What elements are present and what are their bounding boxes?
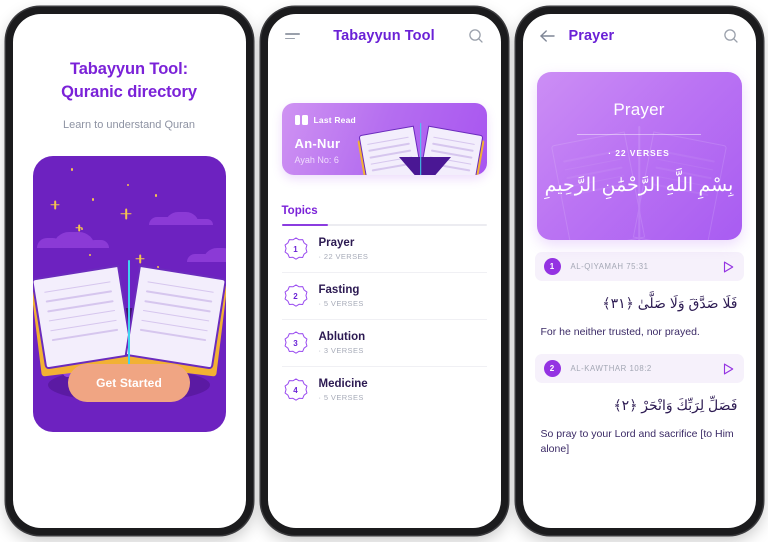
topic-text: Fasting · 5 VERSES (319, 284, 364, 308)
verse-arabic: فَصَلِّ لِرَبِّكَ وَانْحَرْ ﴿٢﴾ (613, 397, 738, 414)
verse-reference: AL-KAWTHAR 108:2 (570, 364, 652, 374)
topic-number: 2 (293, 291, 298, 301)
open-book-illustration (356, 123, 485, 175)
star-dot (126, 184, 129, 186)
hamburger-menu-button[interactable] (282, 25, 304, 47)
topic-hero-card: Prayer · 22 VERSES بِسْمِ اللَّهِ الرَّح… (536, 72, 742, 240)
last-read-ayah: Ayah No: 6 (294, 155, 339, 165)
play-icon[interactable] (721, 362, 735, 376)
cloud-shape (36, 232, 109, 248)
topic-verse-count: · 5 VERSES (318, 299, 364, 309)
home-appbar: Tabayyun Tool (268, 14, 501, 58)
get-started-button[interactable]: Get Started (68, 364, 190, 402)
rosette-badge-icon: 3 (284, 331, 308, 355)
sparkle-icon (120, 208, 132, 219)
cta-container: Get Started (33, 364, 226, 402)
page-lines (43, 280, 121, 353)
topic-text: Ablution · 3 VERSES (319, 331, 366, 355)
hero-title: Prayer (613, 100, 665, 119)
screen-onboarding: Tabayyun Tool: Quranic directory Learn t… (12, 14, 246, 528)
last-read-label-row: Last Read (294, 115, 356, 125)
rosette-badge-icon: 2 (284, 284, 308, 308)
open-book-illustration (32, 260, 226, 377)
topic-verse-count: · 3 VERSES (318, 346, 364, 356)
screenshot-canvas: Tabayyun Tool: Quranic directory Learn t… (0, 0, 768, 542)
page-subtitle: Learn to understand Quran (62, 119, 196, 131)
verse-header[interactable]: 2 AL-KAWTHAR 108:2 (534, 354, 744, 384)
topic-name: Fasting (318, 284, 360, 297)
star-dot (154, 194, 157, 197)
verse-list: 1 AL-QIYAMAH 75:31 فَلَا صَدَّقَ وَلَا ص… (534, 252, 744, 458)
detail-title: Prayer (568, 28, 615, 44)
phone-onboarding: Tabayyun Tool: Quranic directory Learn t… (5, 7, 253, 535)
topic-text: Prayer · 22 VERSES (319, 237, 369, 261)
verse-item: 2 AL-KAWTHAR 108:2 فَصَلِّ لِرَبِّكَ وَا… (534, 354, 744, 457)
search-icon (723, 29, 738, 43)
verse-header[interactable]: 1 AL-QIYAMAH 75:31 (534, 252, 744, 281)
star-dot (88, 254, 91, 256)
topic-name: Ablution (318, 331, 366, 344)
basmala-text: بِسْمِ اللَّهِ الرَّحْمَٰنِ الرَّحِيمِ (544, 175, 734, 196)
topic-number: 1 (293, 244, 298, 254)
tab-bar: Topics (281, 201, 487, 227)
sparkle-icon (135, 254, 145, 263)
star-dot (91, 198, 94, 201)
back-button[interactable] (537, 25, 559, 47)
page-title: Tabayyun Tool: Quranic directory (27, 58, 232, 104)
hamburger-icon (285, 30, 300, 42)
star-dot (70, 168, 73, 171)
verse-number-badge: 2 (543, 360, 561, 378)
topic-number: 3 (293, 338, 298, 348)
open-book-icon (294, 115, 308, 125)
verse-translation: For he neither trusted, nor prayed. (540, 326, 700, 338)
play-icon[interactable] (721, 260, 735, 274)
list-item[interactable]: 3 Ablution · 3 VERSES (281, 320, 487, 368)
book-spine (419, 123, 422, 175)
headline-line-1: Tabayyun Tool: (69, 60, 189, 78)
cloud-shape (148, 212, 213, 225)
rosette-badge-icon: 1 (284, 237, 308, 261)
topics-list: 1 Prayer · 22 VERSES 2 Fasting · 5 VERSE… (281, 226, 487, 413)
topic-name: Prayer (318, 237, 355, 250)
tab-topics[interactable]: Topics (282, 205, 318, 224)
rosette-badge-icon: 4 (284, 378, 308, 402)
verse-reference: AL-QIYAMAH 75:31 (570, 262, 649, 271)
verse-number-badge: 1 (543, 258, 561, 275)
book-spine (128, 260, 130, 368)
last-read-label: Last Read (313, 115, 356, 125)
headline-line-2: Quranic directory (61, 83, 197, 101)
topic-name: Medicine (318, 378, 368, 391)
cloud-shape (186, 248, 226, 262)
verse-item: 1 AL-QIYAMAH 75:31 فَلَا صَدَّقَ وَلَا ص… (534, 252, 744, 340)
topic-verse-count: · 5 VERSES (318, 393, 364, 403)
hero-verse-count: · 22 VERSES (608, 148, 670, 158)
topic-text: Medicine · 5 VERSES (319, 378, 368, 402)
page-lines (138, 280, 215, 353)
phone-home: Tabayyun Tool Last Read An-Nur Ayah No: … (260, 7, 508, 535)
app-title: Tabayyun Tool (333, 28, 435, 44)
last-read-surah: An-Nur (294, 136, 341, 151)
last-read-card[interactable]: Last Read An-Nur Ayah No: 6 (281, 103, 487, 175)
onboarding-illustration: Get Started (32, 156, 226, 432)
screen-topic-detail: Prayer Prayer · 22 VERSES بِسْمِ اللَّهِ… (522, 14, 756, 528)
search-button[interactable] (465, 25, 487, 47)
screen-home: Tabayyun Tool Last Read An-Nur Ayah No: … (267, 14, 501, 528)
verse-arabic: فَلَا صَدَّقَ وَلَا صَلَّىٰ ﴿٣١﴾ (602, 295, 738, 311)
phone-detail: Prayer Prayer · 22 VERSES بِسْمِ اللَّهِ… (515, 7, 763, 535)
divider (577, 134, 701, 135)
topic-number: 4 (293, 385, 298, 395)
verse-translation: So pray to your Lord and sacrifice [to H… (540, 428, 734, 456)
arrow-left-icon (540, 30, 555, 42)
sparkle-icon (50, 200, 60, 209)
topic-verse-count: · 22 VERSES (318, 252, 369, 262)
list-item[interactable]: 1 Prayer · 22 VERSES (281, 226, 487, 274)
book-stand (398, 157, 451, 175)
search-button[interactable] (720, 25, 742, 47)
search-icon (468, 29, 483, 43)
list-item[interactable]: 4 Medicine · 5 VERSES (282, 367, 487, 413)
list-item[interactable]: 2 Fasting · 5 VERSES (281, 273, 487, 321)
detail-appbar: Prayer (523, 14, 756, 58)
sparkle-icon (75, 224, 83, 231)
